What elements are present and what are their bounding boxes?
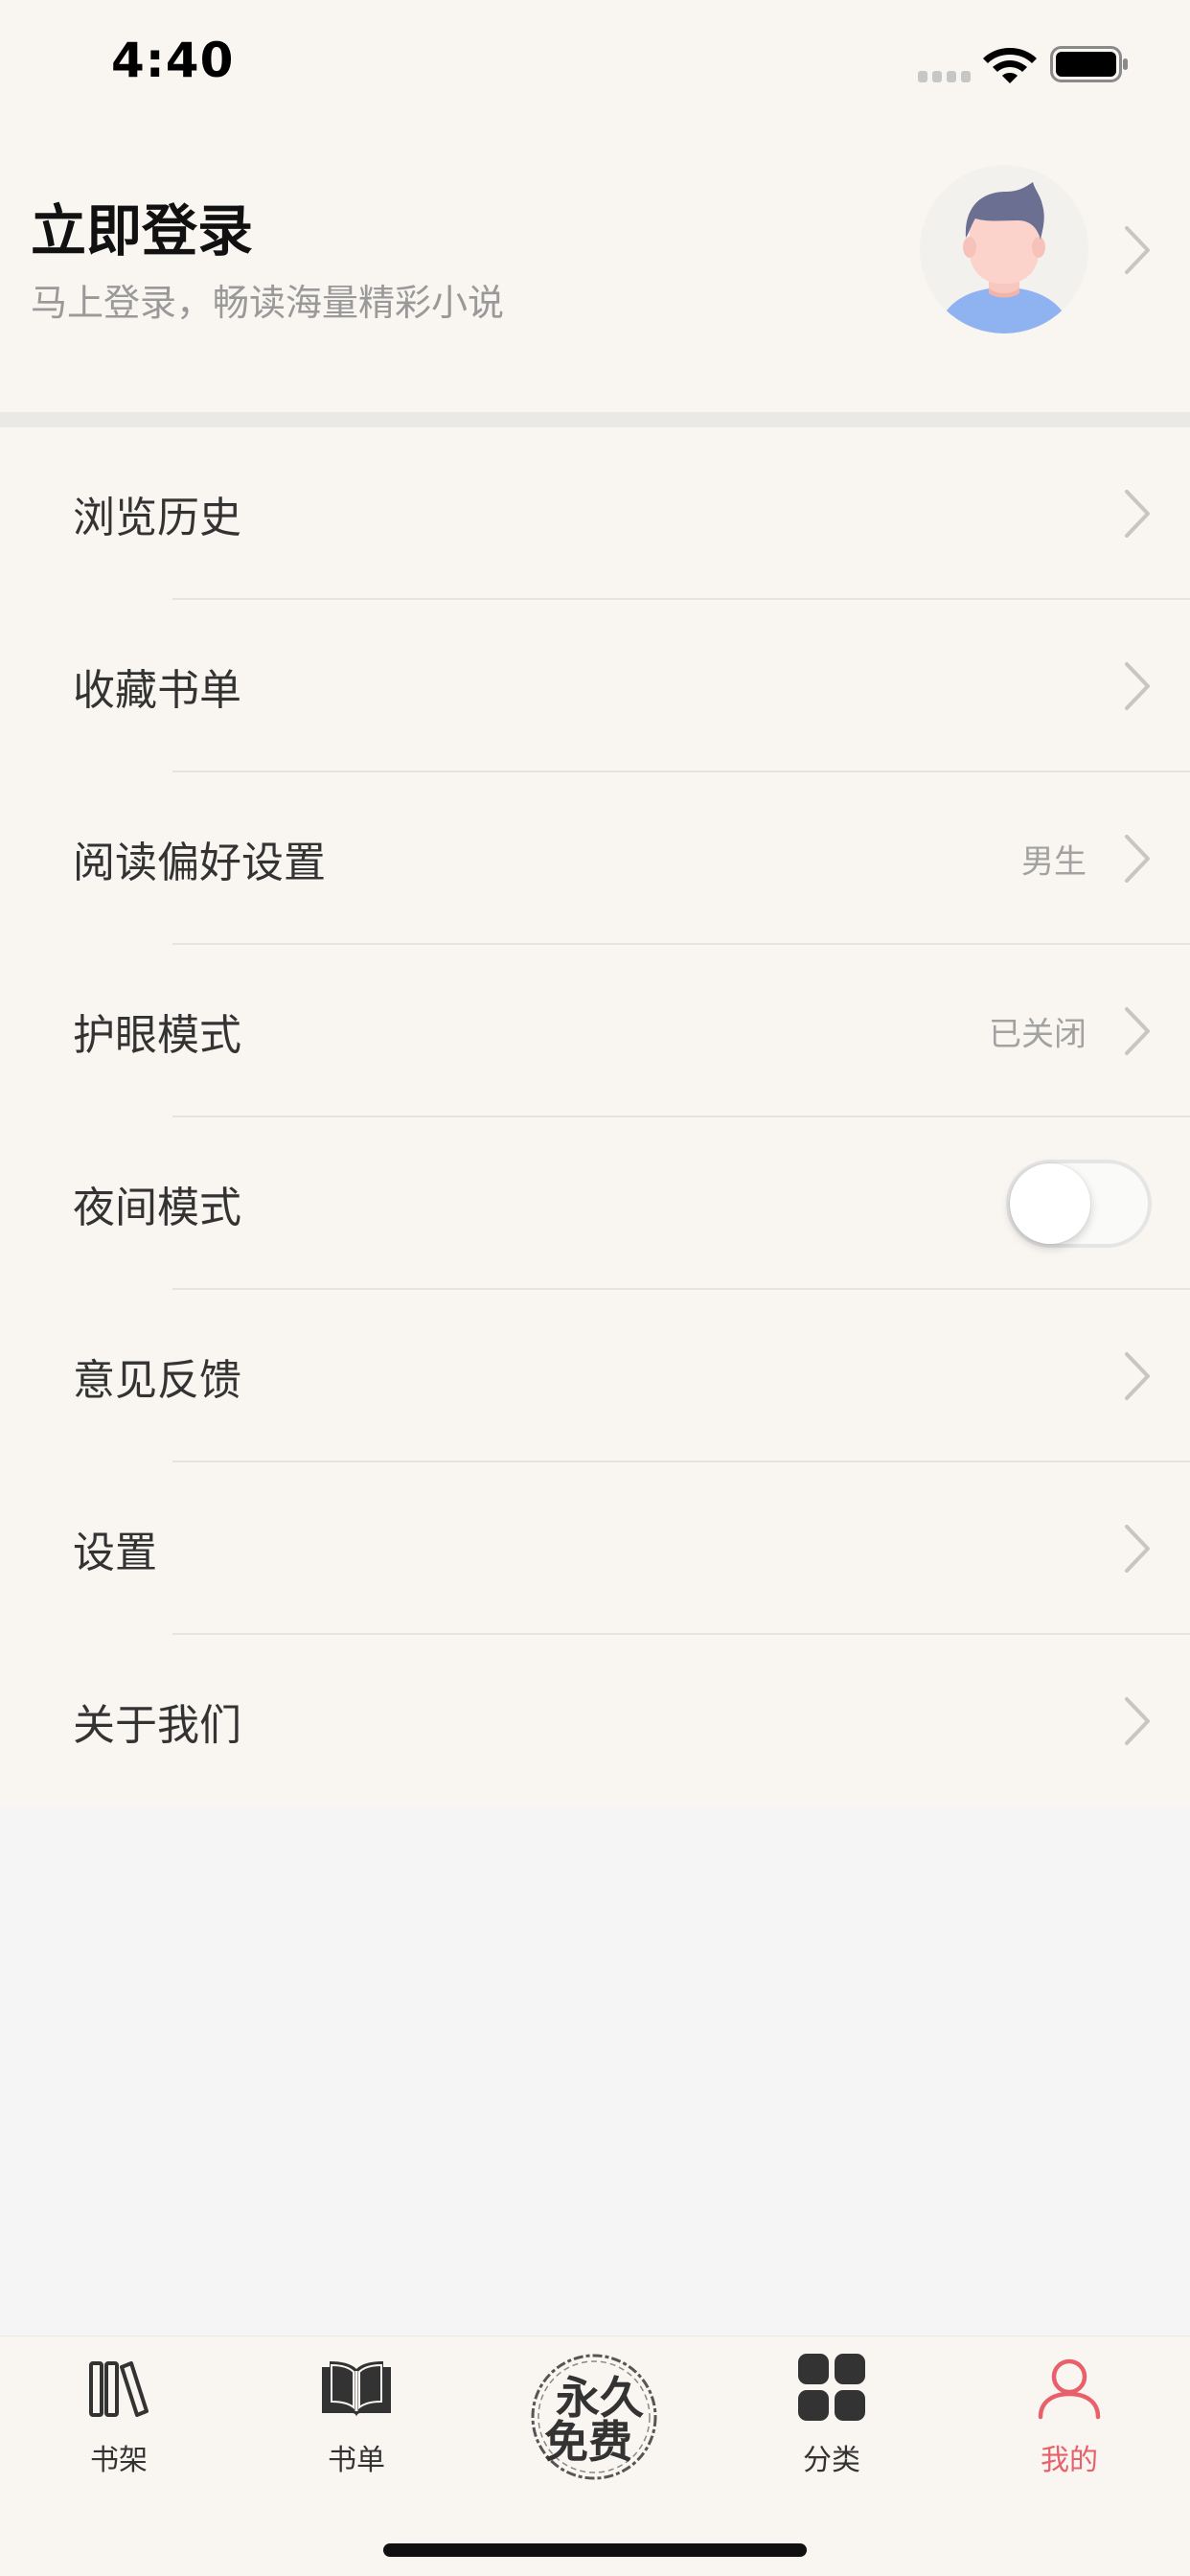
tab-label: 书单 bbox=[328, 2444, 385, 2477]
tab-bookshelf[interactable]: 书架 bbox=[0, 2336, 238, 2490]
status-time: 4:40 bbox=[111, 33, 235, 88]
tab-label: 分类 bbox=[803, 2444, 860, 2477]
chevron-right-icon bbox=[1125, 1697, 1150, 1745]
wifi-icon bbox=[983, 48, 1037, 83]
battery-icon bbox=[1050, 46, 1128, 82]
menu-item-settings[interactable]: 设置 bbox=[0, 1462, 1190, 1635]
menu-item-label: 设置 bbox=[73, 1529, 157, 1577]
tab-booklist[interactable]: 书单 bbox=[238, 2336, 475, 2490]
free-stamp-icon: 永久 免费 bbox=[531, 2354, 657, 2480]
menu-item-label: 关于我们 bbox=[73, 1701, 241, 1750]
chevron-right-icon[interactable] bbox=[1123, 224, 1152, 276]
settings-menu: 浏览历史 收藏书单 阅读偏好设置 男生 护眼模式 已关闭 夜间模式 意见反馈 设… bbox=[0, 427, 1190, 1807]
chevron-right-icon bbox=[1125, 490, 1150, 538]
menu-item-browsing-history[interactable]: 浏览历史 bbox=[0, 427, 1190, 600]
menu-item-night-mode: 夜间模式 bbox=[0, 1117, 1190, 1290]
login-subtitle: 马上登录，畅读海量精彩小说 bbox=[31, 282, 505, 324]
home-indicator bbox=[383, 2543, 807, 2557]
section-divider bbox=[0, 412, 1190, 427]
bookshelf-icon bbox=[89, 2361, 149, 2417]
menu-item-eye-protection[interactable]: 护眼模式 已关闭 bbox=[0, 945, 1190, 1117]
chevron-right-icon bbox=[1125, 662, 1150, 710]
menu-item-label: 阅读偏好设置 bbox=[73, 839, 326, 887]
cellular-signal-icon bbox=[918, 71, 971, 82]
menu-item-saved-booklists[interactable]: 收藏书单 bbox=[0, 600, 1190, 772]
tab-label: 书架 bbox=[90, 2444, 148, 2477]
tab-mine[interactable]: 我的 bbox=[950, 2336, 1188, 2490]
status-bar: 4:40 bbox=[0, 0, 1190, 126]
avatar[interactable] bbox=[920, 165, 1088, 334]
menu-item-label: 收藏书单 bbox=[73, 666, 241, 715]
user-icon bbox=[1038, 2358, 1101, 2420]
menu-item-reading-preference[interactable]: 阅读偏好设置 男生 bbox=[0, 772, 1190, 945]
login-header[interactable]: 立即登录 马上登录，畅读海量精彩小说 bbox=[0, 126, 1190, 412]
free-stamp-line2: 免费 bbox=[544, 2416, 632, 2468]
tab-free[interactable]: 永久 免费 bbox=[475, 2336, 713, 2490]
login-title[interactable]: 立即登录 bbox=[31, 186, 253, 266]
night-mode-toggle[interactable] bbox=[1006, 1160, 1152, 1248]
menu-item-value: 男生 bbox=[1021, 842, 1087, 882]
toggle-knob bbox=[1010, 1163, 1090, 1244]
menu-item-value: 已关闭 bbox=[989, 1015, 1087, 1054]
grid-icon bbox=[798, 2354, 865, 2421]
menu-item-label: 意见反馈 bbox=[73, 1356, 241, 1405]
tab-category[interactable]: 分类 bbox=[713, 2336, 950, 2490]
chevron-right-icon bbox=[1125, 835, 1150, 883]
chevron-right-icon bbox=[1125, 1352, 1150, 1400]
open-book-icon bbox=[322, 2361, 391, 2417]
chevron-right-icon bbox=[1125, 1007, 1150, 1055]
menu-item-feedback[interactable]: 意见反馈 bbox=[0, 1290, 1190, 1462]
chevron-right-icon bbox=[1125, 1525, 1150, 1573]
menu-item-label: 浏览历史 bbox=[73, 494, 241, 542]
menu-item-label: 护眼模式 bbox=[73, 1011, 241, 1060]
menu-item-label: 夜间模式 bbox=[73, 1184, 241, 1232]
tab-bar: 书架 书单 永久 免费 分类 我的 bbox=[0, 2336, 1190, 2576]
menu-item-about-us[interactable]: 关于我们 bbox=[0, 1635, 1190, 1807]
tab-label: 我的 bbox=[1041, 2444, 1098, 2477]
